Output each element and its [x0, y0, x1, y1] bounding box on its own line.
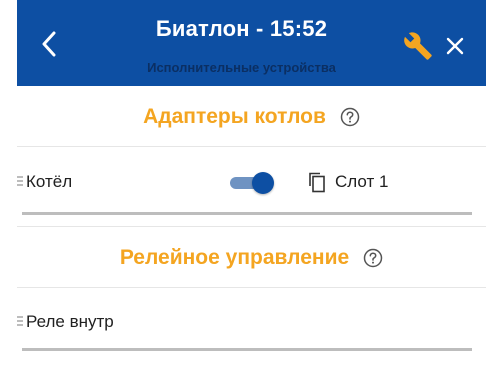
close-button[interactable] — [437, 28, 473, 64]
section-header-boiler-adapters: Адаптеры котлов — [17, 95, 486, 139]
help-circle-icon — [340, 107, 360, 127]
boiler-toggle[interactable] — [230, 172, 274, 194]
copy-icon — [309, 172, 325, 193]
row-divider — [22, 348, 472, 351]
drag-handle-icon[interactable] — [17, 176, 23, 188]
slot-label: Слот 1 — [335, 172, 389, 191]
help-circle-icon — [363, 248, 383, 268]
list-item-boiler: Котёл Слот 1 — [17, 156, 486, 212]
help-button[interactable] — [363, 248, 383, 268]
section-title: Релейное управление — [119, 246, 350, 269]
toggle-thumb — [252, 172, 274, 194]
slot-selector[interactable]: Слот 1 — [307, 170, 388, 194]
back-button[interactable] — [31, 24, 67, 64]
settings-button[interactable] — [400, 28, 436, 64]
section-header-relay-control: Релейное управление — [17, 236, 486, 280]
drag-handle-icon[interactable] — [17, 316, 23, 328]
row-divider — [22, 212, 472, 215]
page-title: Биатлон - 15:52 — [155, 16, 328, 41]
divider — [17, 226, 486, 227]
page-subtitle: Исполнительные устройства — [147, 60, 336, 75]
divider — [17, 287, 486, 288]
divider — [17, 146, 486, 147]
close-icon — [446, 37, 464, 55]
wrench-icon — [404, 32, 432, 60]
row-label: Котёл — [26, 172, 73, 191]
chevron-left-icon — [42, 31, 56, 57]
row-label: Реле внутр — [26, 312, 114, 331]
list-item-relay: Реле внутр — [17, 296, 486, 352]
section-title: Адаптеры котлов — [143, 105, 326, 128]
app-frame: Биатлон - 15:52 Исполнительные устройств… — [17, 0, 486, 376]
app-header: Биатлон - 15:52 Исполнительные устройств… — [17, 0, 486, 86]
help-button[interactable] — [340, 107, 360, 127]
